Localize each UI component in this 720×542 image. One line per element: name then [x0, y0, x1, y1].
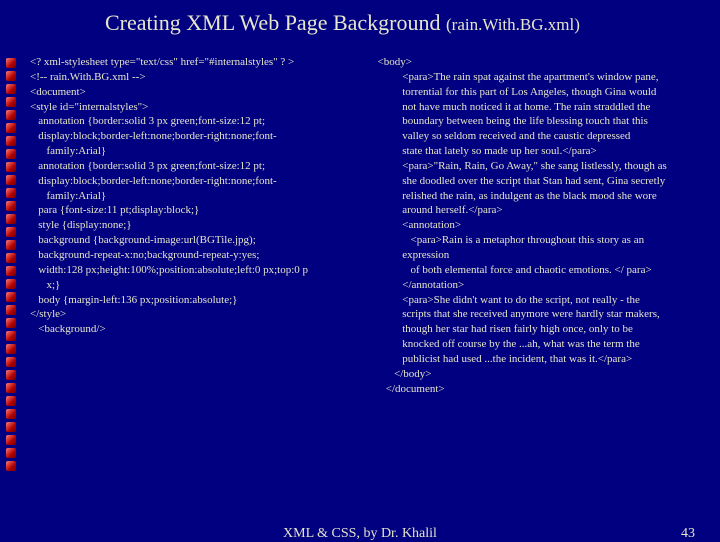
bullet-icon [6, 448, 16, 458]
bullet-icon [6, 123, 16, 133]
bullet-icon [6, 344, 16, 354]
bullet-icon [6, 110, 16, 120]
bullet-icon [6, 331, 16, 341]
bullet-icon [6, 201, 16, 211]
bullet-icon [6, 227, 16, 237]
bullet-icon [6, 149, 16, 159]
bullet-icon [6, 292, 16, 302]
bullet-icon [6, 409, 16, 419]
bullet-icon [6, 58, 16, 68]
bullet-icon [6, 266, 16, 276]
code-right-column: <body> <para>The rain spat against the a… [378, 55, 701, 396]
bullet-icon [6, 396, 16, 406]
bullet-icon [6, 214, 16, 224]
bullet-icon [6, 136, 16, 146]
bullet-icon [6, 97, 16, 107]
bullet-icon [6, 435, 16, 445]
bullet-icon [6, 318, 16, 328]
bullet-icon [6, 422, 16, 432]
bullet-icon [6, 305, 16, 315]
bullet-icon [6, 357, 16, 367]
bullet-icon [6, 383, 16, 393]
slide-content: <? xml-stylesheet type="text/css" href="… [30, 55, 700, 396]
code-left-column: <? xml-stylesheet type="text/css" href="… [30, 55, 353, 396]
bullet-icon [6, 253, 16, 263]
decorative-bullets [6, 58, 16, 471]
title-sub: (rain.With.BG.xml) [446, 15, 580, 34]
title-main: Creating XML Web Page Background [105, 10, 446, 35]
bullet-icon [6, 461, 16, 471]
slide-title: Creating XML Web Page Background (rain.W… [105, 10, 700, 36]
bullet-icon [6, 188, 16, 198]
bullet-icon [6, 279, 16, 289]
bullet-icon [6, 175, 16, 185]
bullet-icon [6, 84, 16, 94]
bullet-icon [6, 370, 16, 380]
bullet-icon [6, 71, 16, 81]
bullet-icon [6, 162, 16, 172]
bullet-icon [6, 240, 16, 250]
